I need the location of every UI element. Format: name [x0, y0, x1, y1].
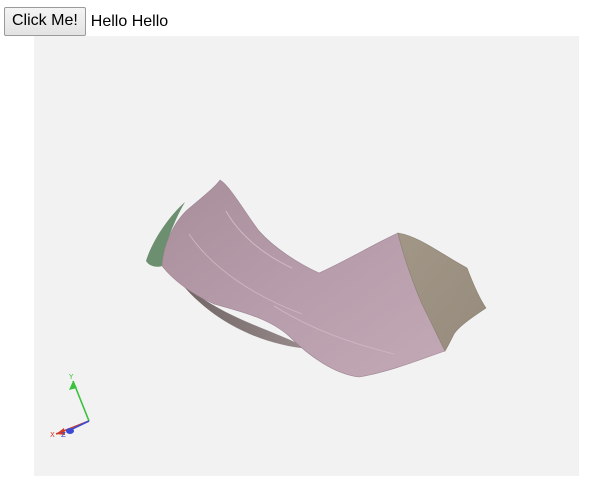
model-main-face: [161, 179, 446, 378]
z-axis-label: Z: [61, 431, 66, 439]
x-axis-label: X: [50, 431, 55, 439]
z-axis-arrow: [66, 428, 74, 434]
3d-viewport[interactable]: Y X Z: [34, 36, 579, 476]
status-text: Hello Hello: [90, 12, 169, 30]
3d-model-canvas[interactable]: Y X Z: [34, 36, 579, 476]
y-axis-label: Y: [68, 373, 74, 381]
click-me-button[interactable]: Click Me!: [4, 6, 86, 36]
axis-triad: Y X Z: [50, 373, 90, 439]
top-bar: Click Me! Hello Hello: [4, 6, 168, 36]
